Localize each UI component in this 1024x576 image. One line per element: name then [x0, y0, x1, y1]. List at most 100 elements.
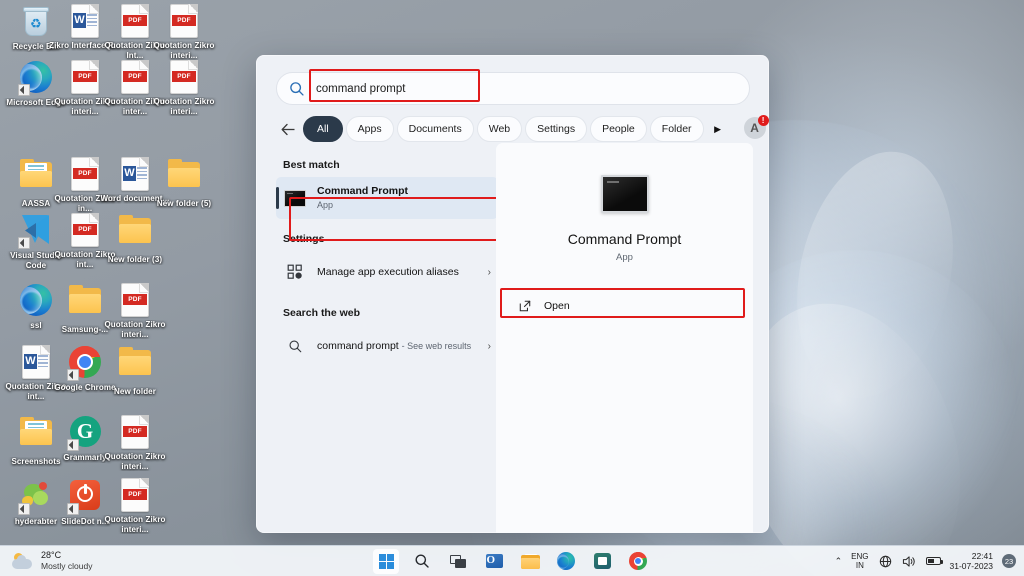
result-title: Command Prompt [317, 185, 409, 197]
settings-heading: Settings [283, 233, 325, 245]
folder-icon [118, 347, 152, 384]
chrome-icon [67, 346, 102, 381]
volume-icon[interactable] [902, 554, 917, 568]
doc-icon: W [118, 157, 152, 191]
result-command-prompt[interactable]: Command Prompt App [276, 177, 498, 219]
clock[interactable]: 22:41 31-07-2023 [950, 551, 993, 571]
filter-chip-people[interactable]: People [590, 116, 647, 142]
result-web-search[interactable]: command prompt - See web results › [276, 325, 498, 367]
pdf-icon: PDF [68, 60, 102, 94]
taskbar-file-explorer-button[interactable] [517, 549, 543, 574]
desktop-icon[interactable]: PDF Quotation Zikro interi... [99, 415, 171, 471]
search-icon [415, 554, 429, 568]
search-input[interactable]: command prompt [276, 72, 750, 105]
desktop-icon[interactable]: PDF Quotation Zikro interi... [148, 60, 220, 116]
shortcut-arrow-icon [18, 503, 30, 515]
pdf-icon: PDF [118, 283, 152, 317]
start-search-panel: command prompt All Apps Documents Web Settin… [256, 55, 769, 533]
shortcut-arrow-icon [67, 369, 79, 381]
filter-chip-all[interactable]: All [303, 116, 343, 142]
open-button[interactable]: Open [505, 293, 744, 319]
pdf-icon: PDF [68, 213, 102, 247]
edge-icon [557, 552, 575, 570]
notification-badge[interactable]: 23 [1002, 554, 1016, 568]
search-results-list: Best match Command Prompt App Settings M… [276, 151, 510, 533]
filter-chip-label: People [602, 123, 635, 135]
avatar-alert-badge: ! [757, 115, 769, 126]
filter-chip-label: Apps [357, 123, 382, 135]
taskbar-store-button[interactable] [589, 549, 615, 574]
taskbar-search-button[interactable] [409, 549, 435, 574]
desktop-icon[interactable]: PDF Quotation Zikro interi... [148, 4, 220, 60]
filter-chip-settings[interactable]: Settings [525, 116, 588, 142]
app-preview-pane: Command Prompt App Open [496, 143, 753, 533]
outlook-icon [485, 553, 503, 568]
battery-icon[interactable] [925, 554, 943, 568]
weather-condition: Mostly cloudy [41, 561, 93, 571]
pdf-icon: PDF [118, 60, 152, 94]
pdf-icon: PDF [167, 60, 201, 94]
language-top: ENG [851, 552, 869, 561]
doc-icon: W [68, 4, 102, 38]
pdf-icon: PDF [68, 157, 102, 191]
result-manage-app-execution-aliases[interactable]: Manage app execution aliases › [276, 251, 498, 293]
taskbar-task-view-button[interactable] [445, 549, 471, 574]
filter-chip-documents[interactable]: Documents [396, 116, 474, 142]
result-title: Manage app execution aliases [317, 265, 459, 278]
tray-expand-icon[interactable]: ⌃ [835, 556, 843, 567]
chrome-icon [629, 552, 647, 570]
result-web-suffix: - See web results [401, 340, 472, 351]
desktop-icon[interactable]: New folder (5) [148, 157, 220, 209]
vscode-icon [18, 214, 53, 249]
search-the-web-heading: Search the web [283, 307, 361, 319]
filter-chip-label: All [317, 123, 329, 135]
filter-chip-folder[interactable]: Folder [649, 116, 704, 142]
system-tray: ⌃ ENG IN 22:41 31-07-2023 23 [835, 551, 1016, 571]
desktop-icon[interactable]: PDF Quotation Zikro interi... [99, 478, 171, 534]
result-subtitle: App [317, 200, 334, 210]
shortcut-arrow-icon [67, 503, 79, 515]
filter-chip-apps[interactable]: Apps [345, 116, 394, 142]
desktop-icon[interactable]: New folder (3) [99, 213, 171, 265]
pdf-icon: PDF [118, 4, 152, 38]
search-bar-row: command prompt [276, 69, 750, 105]
folder-doc-icon [19, 159, 53, 196]
weather-widget[interactable]: 28°C Mostly cloudy [12, 550, 93, 572]
clock-date: 31-07-2023 [949, 561, 993, 571]
wallpaper-ribbon [775, 137, 975, 413]
language-bottom: IN [855, 561, 864, 570]
file-explorer-icon [520, 553, 540, 569]
windows-logo-icon [378, 553, 394, 569]
shortcut-arrow-icon [18, 84, 30, 96]
filter-chip-web[interactable]: Web [476, 116, 523, 142]
taskbar-chrome-button[interactable] [625, 549, 651, 574]
taskbar-edge-button[interactable] [553, 549, 579, 574]
edge-icon [19, 284, 53, 318]
back-arrow-icon[interactable] [276, 117, 300, 141]
desktop-icon[interactable]: PDF Quotation Zikro interi... [99, 283, 171, 339]
filter-chip-label: Folder [661, 123, 692, 135]
desktop-icon[interactable]: New folder [99, 345, 171, 397]
preview-subtitle: App [616, 252, 633, 263]
edge-icon [18, 61, 53, 96]
partly-cloudy-icon [12, 552, 34, 570]
command-prompt-icon [283, 189, 307, 207]
network-icon[interactable] [878, 554, 893, 568]
filter-chip-label: Settings [537, 123, 576, 135]
folder-icon [118, 215, 152, 252]
language-indicator[interactable]: ENG IN [851, 552, 868, 570]
taskbar-outlook-button[interactable] [481, 549, 507, 574]
taskbar-start-button[interactable] [373, 548, 399, 574]
task-view-icon [450, 554, 466, 568]
desktop-icon-label: New folder (3) [107, 255, 163, 264]
forward-arrow-icon[interactable]: ▶ [707, 117, 729, 141]
filter-chip-label: Documents [408, 123, 462, 135]
grammarly-icon [67, 416, 102, 451]
search-input-value: command prompt [316, 82, 406, 95]
chevron-right-icon: › [487, 266, 491, 278]
bin-icon: ♻ [19, 5, 53, 39]
account-avatar[interactable]: A ! [743, 115, 769, 141]
folder-doc-icon [19, 417, 53, 454]
pdf-icon: PDF [118, 478, 152, 512]
app-aliases-icon [283, 264, 307, 280]
